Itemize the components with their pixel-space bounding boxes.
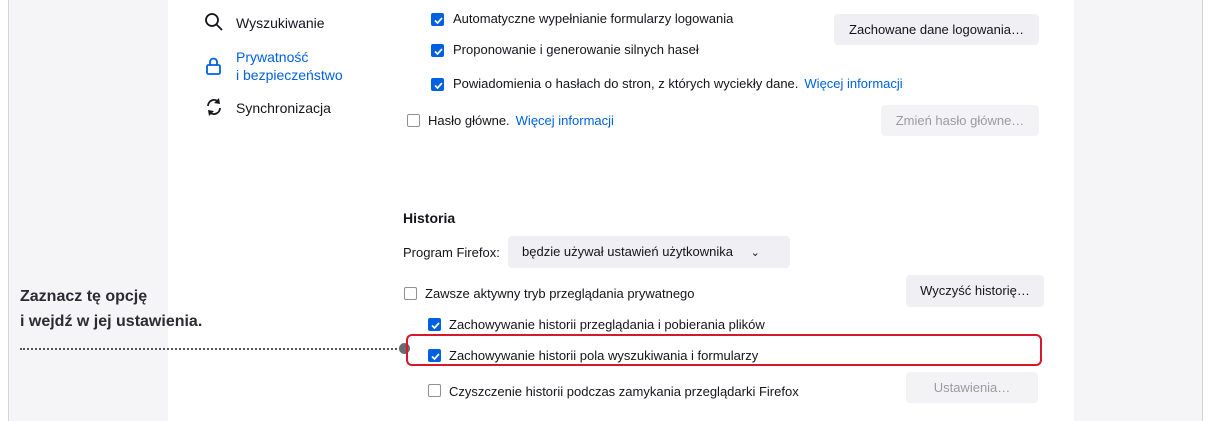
autofill-checkbox[interactable] [431, 13, 444, 26]
sidebar-item-label: Synchronizacja [236, 100, 331, 116]
check-icon [434, 48, 443, 56]
check-icon [431, 322, 440, 330]
saved-logins-button[interactable]: Zachowane dane logowania… [834, 14, 1039, 45]
sidebar-item-label-2: i bezpieczeństwo [236, 67, 343, 83]
master-password-checkbox[interactable] [407, 114, 420, 127]
clear-on-close-checkbox[interactable] [428, 384, 441, 397]
sidebar-item-sync[interactable]: Synchronizacja [204, 97, 331, 119]
search-icon [204, 12, 226, 34]
callout-line-2: i wejdź w jej ustawienia. [20, 313, 203, 330]
history-settings-button[interactable]: Ustawienia… [906, 372, 1038, 403]
change-master-password-button[interactable]: Zmień hasło główne… [881, 105, 1039, 136]
sidebar-item-label: Prywatność [236, 49, 309, 65]
check-icon [434, 82, 443, 90]
breach-alerts-label: Powiadomienia o hasłach do stron, z któr… [453, 76, 799, 91]
suggest-passwords-checkbox[interactable] [431, 44, 444, 57]
private-mode-checkbox[interactable] [404, 287, 417, 300]
lock-icon [204, 56, 226, 78]
private-mode-label: Zawsze aktywny tryb przeglądania prywatn… [425, 286, 695, 301]
history-title: Historia [403, 210, 456, 226]
sync-icon [204, 97, 226, 119]
sidebar-item-privacy[interactable]: Prywatność i bezpieczeństwo [204, 48, 343, 84]
suggest-passwords-label: Proponowanie i generowanie silnych haseł [453, 42, 699, 57]
check-icon [434, 17, 443, 25]
callout-pointer-line [20, 348, 404, 350]
history-mode-select[interactable]: będzie używał ustawień użytkownika ⌄ [508, 236, 790, 268]
master-password-label: Hasło główne. [428, 113, 510, 128]
master-password-row: Hasło główne. Więcej informacji [428, 113, 614, 128]
browsing-history-label: Zachowywanie historii przeglądania i pob… [449, 317, 765, 332]
highlight-box [406, 334, 1042, 366]
sidebar-item-label: Wyszukiwanie [236, 15, 325, 31]
history-program-label: Program Firefox: [403, 245, 500, 260]
callout-line-1: Zaznacz tę opcję [20, 288, 148, 305]
sidebar-item-search[interactable]: Wyszukiwanie [204, 12, 325, 34]
browsing-history-checkbox[interactable] [428, 318, 441, 331]
autofill-label: Automatyczne wypełnianie formularzy logo… [453, 11, 734, 26]
history-mode-value: będzie używał ustawień użytkownika [522, 244, 733, 259]
breach-learn-more-link[interactable]: Więcej informacji [804, 76, 902, 91]
chevron-down-icon: ⌄ [750, 247, 760, 259]
clear-on-close-label: Czyszczenie historii podczas zamykania p… [449, 384, 799, 399]
master-learn-more-link[interactable]: Więcej informacji [516, 113, 614, 128]
breach-alerts-row: Powiadomienia o hasłach do stron, z któr… [453, 76, 903, 91]
clear-history-button[interactable]: Wyczyść historię… [906, 275, 1044, 307]
callout-text: Zaznacz tę opcję i wejdź w jej ustawieni… [20, 284, 202, 334]
breach-alerts-checkbox[interactable] [431, 78, 444, 91]
